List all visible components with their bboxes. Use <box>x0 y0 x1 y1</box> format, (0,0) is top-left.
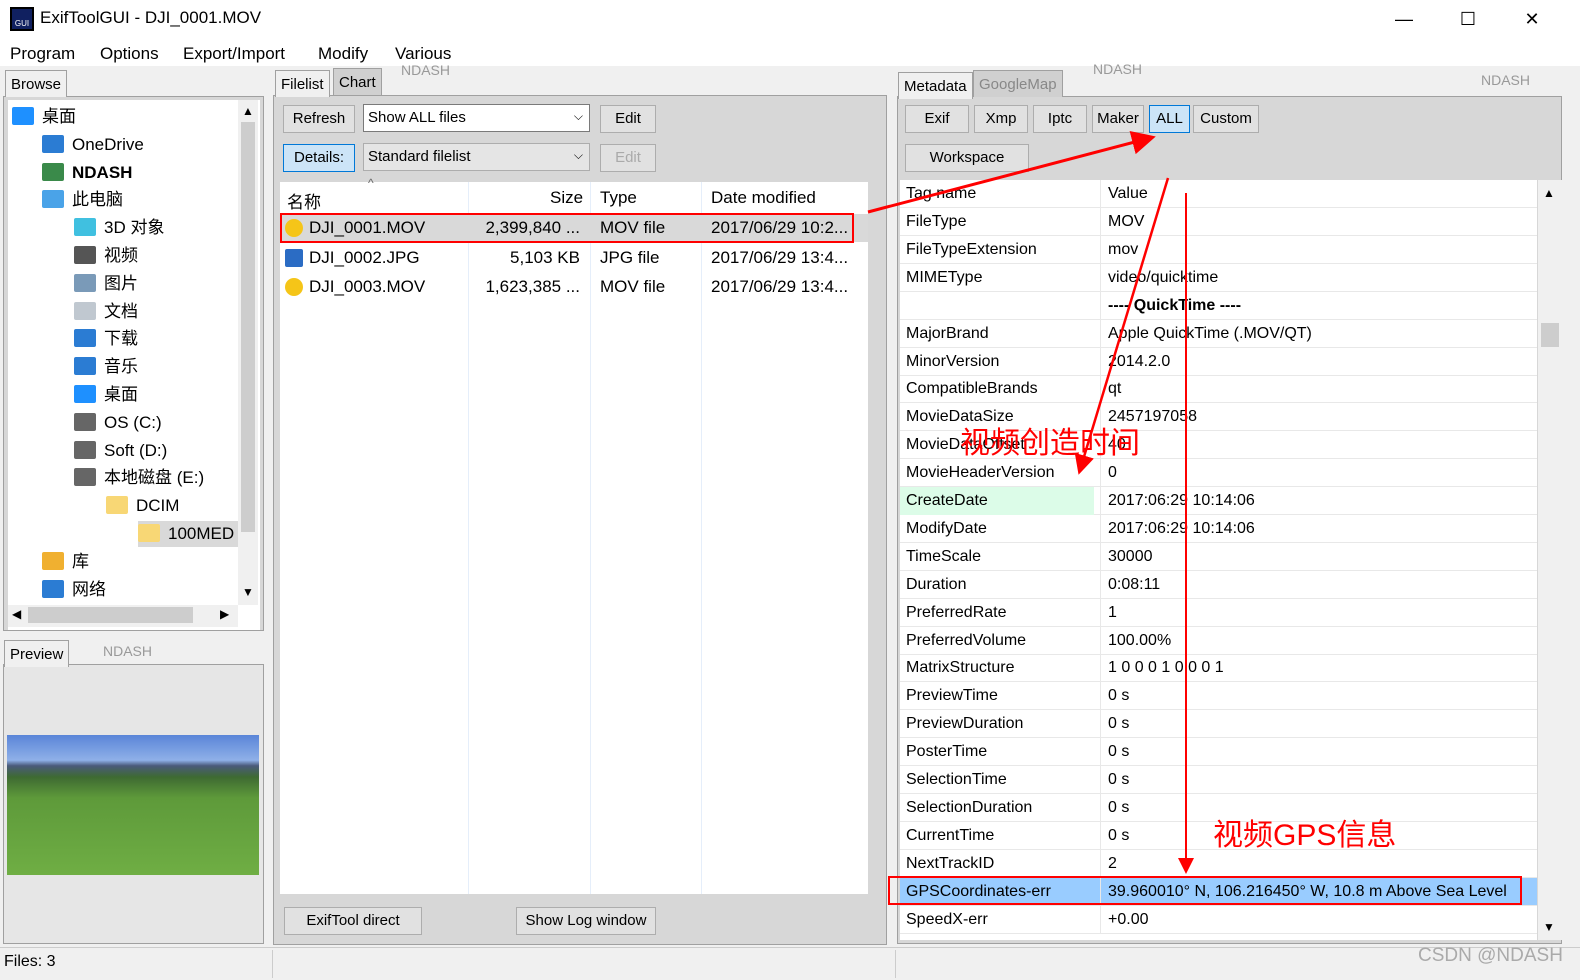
status-bar: Files: 3 CSDN @NDASH <box>0 945 1580 980</box>
gps-highlight-box <box>888 876 1522 905</box>
files-count: Files: 3 <box>4 953 56 970</box>
annotation-gps-info: 视频GPS信息 <box>1213 819 1397 852</box>
file-highlight-box <box>280 213 854 243</box>
arrow-to-all-button <box>867 130 1156 214</box>
status-divider <box>272 950 273 978</box>
status-divider <box>895 950 896 978</box>
annotation-create-time: 视频创造时间 <box>960 427 1140 460</box>
csdn-watermark: CSDN @NDASH <box>1418 945 1563 966</box>
